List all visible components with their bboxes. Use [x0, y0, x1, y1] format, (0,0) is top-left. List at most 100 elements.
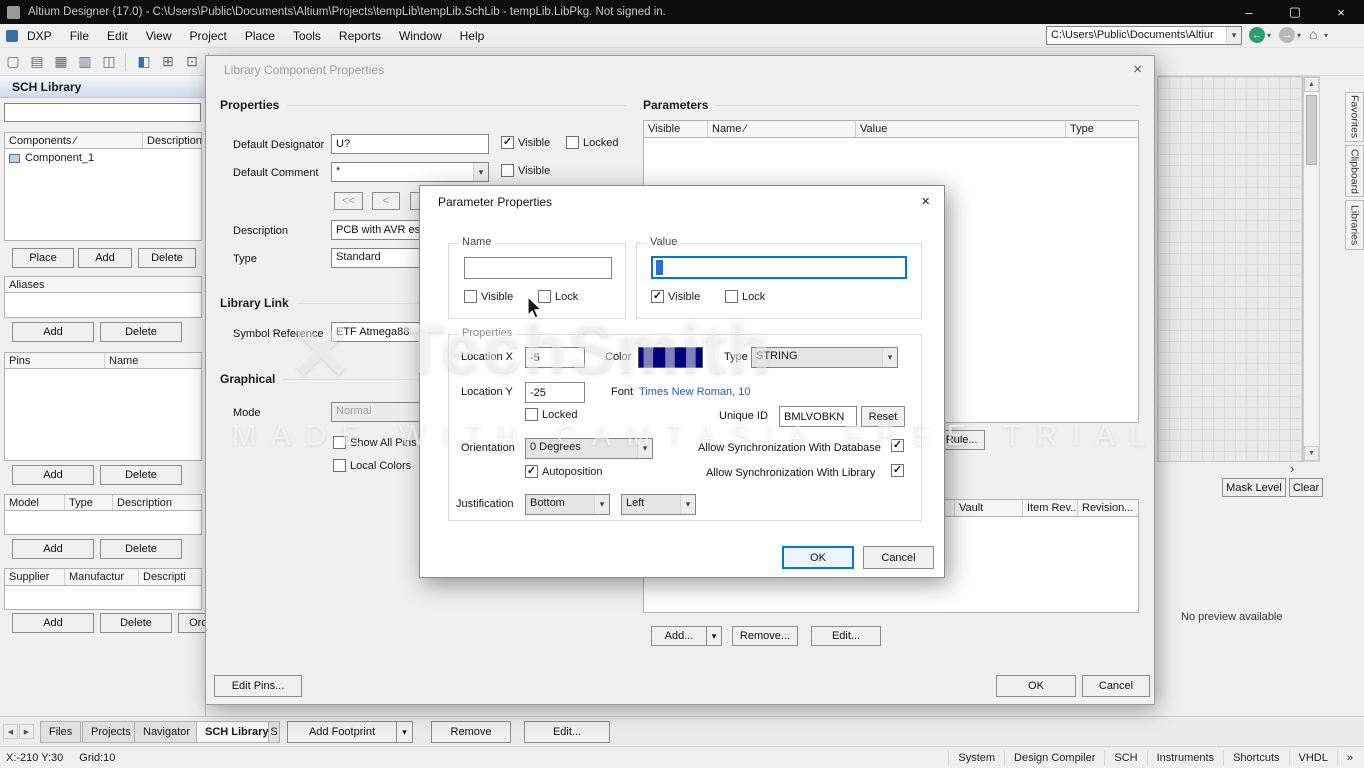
- comment-prev-button[interactable]: <: [372, 192, 400, 210]
- place-button[interactable]: Place: [12, 248, 74, 268]
- unique-id-input[interactable]: [779, 406, 857, 427]
- justification-horizontal-combobox[interactable]: Left ▾: [621, 494, 696, 515]
- tab-scroll-right-icon[interactable]: ▶: [19, 724, 34, 739]
- aliases-list[interactable]: [4, 293, 202, 318]
- col-supplier-description[interactable]: Descripti: [139, 569, 201, 585]
- autoposition-checkbox[interactable]: ✓ Autoposition: [525, 465, 603, 478]
- clear-button[interactable]: Clear: [1289, 478, 1323, 497]
- value-visible-checkbox[interactable]: ✓ Visible: [651, 290, 700, 303]
- ok-button[interactable]: OK: [782, 546, 854, 569]
- zoom-icon[interactable]: ⊡: [181, 51, 203, 73]
- add-model-button[interactable]: Add: [12, 539, 94, 559]
- menu-file[interactable]: File: [61, 29, 98, 43]
- expand-panel-icon[interactable]: ›: [1290, 461, 1294, 476]
- panel-tab-libraries[interactable]: Libraries: [1345, 200, 1364, 250]
- close-icon[interactable]: ×: [921, 193, 930, 210]
- status-design-compiler[interactable]: Design Compiler: [1004, 750, 1104, 766]
- local-colors-checkbox[interactable]: Local Colors: [333, 459, 411, 472]
- orders-button-clipped[interactable]: Orc: [178, 613, 206, 633]
- col-description[interactable]: Description: [143, 133, 201, 148]
- add-footprint-button[interactable]: Add Footprint: [287, 721, 397, 743]
- location-x-input[interactable]: [525, 347, 585, 368]
- orientation-combobox[interactable]: 0 Degrees ▾: [525, 438, 653, 459]
- new-document-icon[interactable]: ▢: [2, 51, 24, 73]
- edit-model-button[interactable]: Edit...: [811, 626, 881, 646]
- show-all-pins-checkbox[interactable]: Show All Pins: [333, 436, 417, 449]
- delete-supplier-button[interactable]: Delete: [100, 613, 172, 633]
- parameter-name-input[interactable]: [464, 257, 612, 279]
- status-system[interactable]: System: [948, 750, 1004, 766]
- status-vhdl[interactable]: VHDL: [1289, 750, 1337, 766]
- chevron-down-icon[interactable]: ▾: [473, 163, 488, 181]
- col-components[interactable]: Components∕: [5, 133, 143, 148]
- tab-navigator[interactable]: Navigator: [134, 721, 199, 743]
- tab-projects[interactable]: Projects: [82, 721, 140, 743]
- col-model-description[interactable]: Description: [113, 495, 201, 510]
- col-manufacturer[interactable]: Manufactur: [65, 569, 139, 585]
- col-pins[interactable]: Pins: [5, 353, 105, 368]
- col-item-rev[interactable]: Item Rev...: [1023, 500, 1078, 516]
- tab-clipped[interactable]: S: [268, 721, 280, 743]
- col-model-type[interactable]: Type: [65, 495, 113, 510]
- home-menu-chevron-icon[interactable]: ▾: [1324, 31, 1328, 40]
- scrollbar-thumb[interactable]: [1306, 95, 1317, 165]
- status-shortcuts[interactable]: Shortcuts: [1223, 750, 1288, 766]
- default-comment-combobox[interactable]: * ▾: [331, 162, 489, 182]
- list-item[interactable]: Component_1: [5, 149, 201, 167]
- filter-icon[interactable]: ⊞: [157, 51, 179, 73]
- maximize-icon[interactable]: ▢: [1272, 0, 1318, 24]
- chevron-down-icon[interactable]: ▾: [680, 495, 695, 514]
- menu-view[interactable]: View: [137, 29, 181, 43]
- cancel-button[interactable]: Cancel: [863, 546, 934, 569]
- font-link[interactable]: Times New Roman, 10: [639, 386, 750, 398]
- save-icon[interactable]: ▦: [50, 51, 72, 73]
- components-list[interactable]: Component_1: [4, 149, 202, 241]
- justification-vertical-combobox[interactable]: Bottom ▾: [525, 494, 610, 515]
- edit-footprint-button[interactable]: Edit...: [524, 721, 610, 743]
- forward-icon[interactable]: →: [1279, 27, 1295, 43]
- library-filter-input[interactable]: [4, 103, 201, 122]
- pins-list[interactable]: [4, 369, 202, 461]
- home-icon[interactable]: ⌂: [1309, 26, 1317, 42]
- supplier-list[interactable]: [4, 586, 202, 610]
- menu-place[interactable]: Place: [236, 29, 284, 43]
- components-table-header[interactable]: Components∕ Description: [4, 132, 202, 149]
- back-icon[interactable]: ←: [1249, 27, 1265, 43]
- reset-button[interactable]: Reset: [861, 406, 905, 427]
- remove-model-button[interactable]: Remove...: [732, 626, 798, 646]
- menu-project[interactable]: Project: [181, 29, 236, 43]
- minimize-icon[interactable]: –: [1226, 0, 1272, 24]
- delete-component-button[interactable]: Delete: [138, 248, 196, 268]
- add-pin-button[interactable]: Add: [12, 465, 94, 485]
- param-type-combobox[interactable]: STRING ▾: [751, 347, 898, 368]
- comment-first-button[interactable]: <<: [334, 192, 363, 210]
- chevron-down-icon[interactable]: ▾: [637, 439, 652, 458]
- menu-help[interactable]: Help: [451, 29, 494, 43]
- tab-scroll-left-icon[interactable]: ◀: [3, 724, 18, 739]
- status-instruments[interactable]: Instruments: [1147, 750, 1223, 766]
- cancel-button[interactable]: Cancel: [1082, 675, 1150, 697]
- delete-pin-button[interactable]: Delete: [100, 465, 182, 485]
- add-model-dropdown-icon[interactable]: ▾: [706, 626, 722, 646]
- forward-history-chevron-icon[interactable]: ▾: [1297, 31, 1301, 40]
- panel-tab-clipboard[interactable]: Clipboard: [1345, 145, 1364, 197]
- designator-locked-checkbox[interactable]: Locked: [566, 136, 618, 149]
- col-revision[interactable]: Revision...: [1078, 500, 1138, 516]
- default-designator-input[interactable]: [331, 134, 489, 154]
- menu-tools[interactable]: Tools: [284, 29, 330, 43]
- close-icon[interactable]: ×: [1318, 0, 1364, 24]
- designator-visible-checkbox[interactable]: ✓ Visible: [501, 136, 550, 149]
- remove-footprint-button[interactable]: Remove: [431, 721, 511, 743]
- name-visible-checkbox[interactable]: Visible: [464, 290, 513, 303]
- col-param-visible[interactable]: Visible: [644, 121, 708, 137]
- parameter-value-input[interactable]: [651, 256, 907, 279]
- model-list[interactable]: [4, 511, 202, 535]
- col-param-value[interactable]: Value: [856, 121, 1066, 137]
- scroll-up-icon[interactable]: ▲: [1304, 77, 1319, 92]
- value-lock-checkbox[interactable]: Lock: [725, 290, 765, 303]
- locked-checkbox[interactable]: Locked: [525, 408, 577, 421]
- tab-files[interactable]: Files: [40, 721, 81, 743]
- model-table-header[interactable]: Model Type Description: [4, 494, 202, 511]
- add-component-button[interactable]: Add: [78, 248, 132, 268]
- delete-model-button[interactable]: Delete: [100, 539, 182, 559]
